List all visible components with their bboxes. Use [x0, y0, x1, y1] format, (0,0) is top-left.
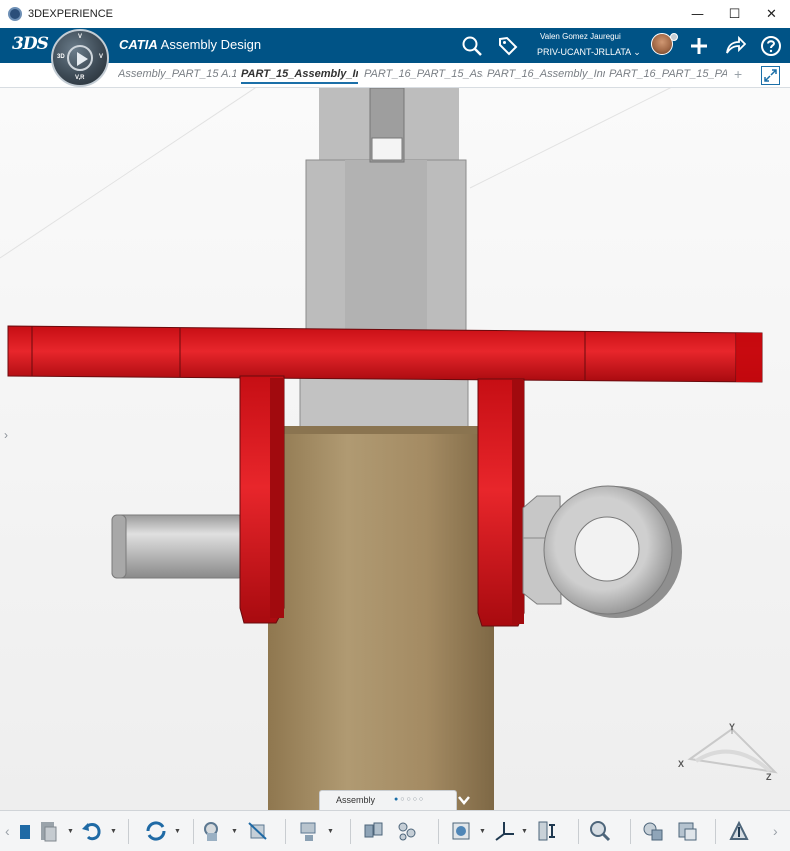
paste-icon[interactable]	[37, 819, 61, 843]
pin[interactable]	[111, 514, 245, 579]
share-icon[interactable]	[724, 35, 746, 57]
window-titlebar: 3DEXPERIENCE — ☐ ✕	[0, 0, 790, 28]
existing-component-icon[interactable]	[246, 819, 270, 843]
dropdown-arrow-icon[interactable]: ▼	[479, 828, 486, 835]
expand-icon[interactable]	[761, 66, 780, 85]
organization-selector[interactable]: PRIV-UCANT-JRLLATA ⌄	[537, 47, 641, 58]
brand-logo[interactable]: 3DS	[12, 34, 49, 54]
section-page-dots[interactable]: ●○○○○	[394, 796, 425, 803]
compass-label-bottom: V,R	[75, 75, 85, 81]
app-brand: CATIA	[119, 37, 158, 52]
toolbar-separator	[715, 819, 716, 844]
undo-icon[interactable]	[80, 819, 104, 843]
insert-product-icon[interactable]	[201, 819, 225, 843]
action-bar: ‹ ▼ ▼ ▼ ▼ ▼ ▼ ▼ ›	[0, 810, 790, 851]
action-bar-section-tab[interactable]: Assembly ●○○○○	[319, 790, 457, 810]
robot-icon[interactable]	[727, 819, 751, 843]
constraint-icon[interactable]	[361, 819, 385, 843]
user-status-icon	[670, 33, 678, 41]
axis-label-z: Z	[766, 772, 772, 782]
replace-icon[interactable]	[297, 819, 321, 843]
organization-label: PRIV-UCANT-JRLLATA	[537, 47, 631, 57]
search-icon[interactable]	[461, 35, 483, 57]
toolbar-separator	[128, 819, 129, 844]
add-icon[interactable]	[688, 35, 710, 57]
chevron-down-icon: ⌄	[633, 47, 641, 57]
toolbar-separator	[578, 819, 579, 844]
dropdown-arrow-icon[interactable]: ▼	[231, 828, 238, 835]
clash-icon[interactable]	[641, 819, 665, 843]
compass-widget[interactable]: V 3D V V,R	[51, 29, 109, 87]
toolbar-separator	[285, 819, 286, 844]
zoom-icon[interactable]	[588, 819, 612, 843]
dropdown-arrow-icon[interactable]: ▼	[327, 828, 334, 835]
dropdown-arrow-icon[interactable]: ▼	[174, 828, 181, 835]
axis-label-x: X	[678, 759, 685, 769]
fix-icon[interactable]	[395, 819, 419, 843]
app-title: CATIA Assembly Design	[119, 37, 261, 52]
3d-viewport[interactable]: › Y X Z	[0, 88, 790, 810]
play-icon[interactable]	[77, 52, 88, 66]
axis-label-y: Y	[729, 722, 736, 732]
dropdown-arrow-icon[interactable]: ▼	[67, 828, 74, 835]
user-name[interactable]: Valen Gomez Jauregui	[540, 32, 621, 41]
window-controls: — ☐ ✕	[679, 0, 790, 28]
chevron-down-icon[interactable]	[457, 791, 471, 809]
tab-assembly-part15[interactable]: Assembly_PART_15 A.1	[118, 68, 236, 80]
toolbar-separator	[630, 819, 631, 844]
measure-icon[interactable]	[535, 819, 559, 843]
dropdown-arrow-icon[interactable]: ▼	[521, 828, 528, 835]
tab-part16-part15-asse[interactable]: PART_16_PART_15_Asse	[364, 68, 483, 80]
compass-label-3d: 3D	[57, 54, 65, 60]
document-tabs: Assembly_PART_15 A.1 PART_15_Assembly_In…	[0, 63, 790, 88]
close-button[interactable]: ✕	[753, 0, 790, 28]
toolbar-separator	[193, 819, 194, 844]
brass-tube[interactable]	[268, 426, 494, 810]
tab-part15-assembly[interactable]: PART_15_Assembly_In	[241, 68, 358, 84]
help-icon[interactable]	[760, 35, 782, 57]
app-logo-icon	[8, 7, 22, 21]
background-line	[0, 88, 256, 259]
minimize-button[interactable]: —	[679, 0, 716, 28]
material-icon[interactable]	[450, 819, 474, 843]
window-title: 3DEXPERIENCE	[28, 8, 113, 20]
vertical-shaft[interactable]	[299, 88, 469, 435]
toolbar-separator	[350, 819, 351, 844]
tag-icon[interactable]	[497, 35, 519, 57]
background-line	[469, 88, 672, 189]
eye-bolt[interactable]	[522, 485, 682, 618]
add-tab-icon[interactable]: +	[734, 66, 742, 82]
axis-system-icon[interactable]	[492, 819, 516, 843]
section-label: Assembly	[336, 795, 376, 805]
update-icon[interactable]	[144, 819, 168, 843]
compass-label-top: V	[78, 34, 83, 40]
assembly-model[interactable]	[0, 88, 790, 810]
scroll-right-icon[interactable]: ›	[773, 823, 778, 839]
side-panel-expand-icon[interactable]: ›	[4, 428, 8, 442]
compass-label-right: V	[99, 54, 104, 60]
scroll-left-icon[interactable]: ‹	[5, 823, 10, 839]
app-name: Assembly Design	[160, 37, 262, 52]
tab-part16-part15-par[interactable]: PART_16_PART_15_PAR	[609, 68, 727, 80]
axis-compass[interactable]	[687, 727, 778, 774]
section-icon[interactable]	[675, 819, 699, 843]
toolbar-separator	[438, 819, 439, 844]
tab-part16-assembly[interactable]: PART_16_Assembly_Inn	[487, 68, 605, 80]
dropdown-arrow-icon[interactable]: ▼	[110, 828, 117, 835]
maximize-button[interactable]: ☐	[716, 0, 753, 28]
